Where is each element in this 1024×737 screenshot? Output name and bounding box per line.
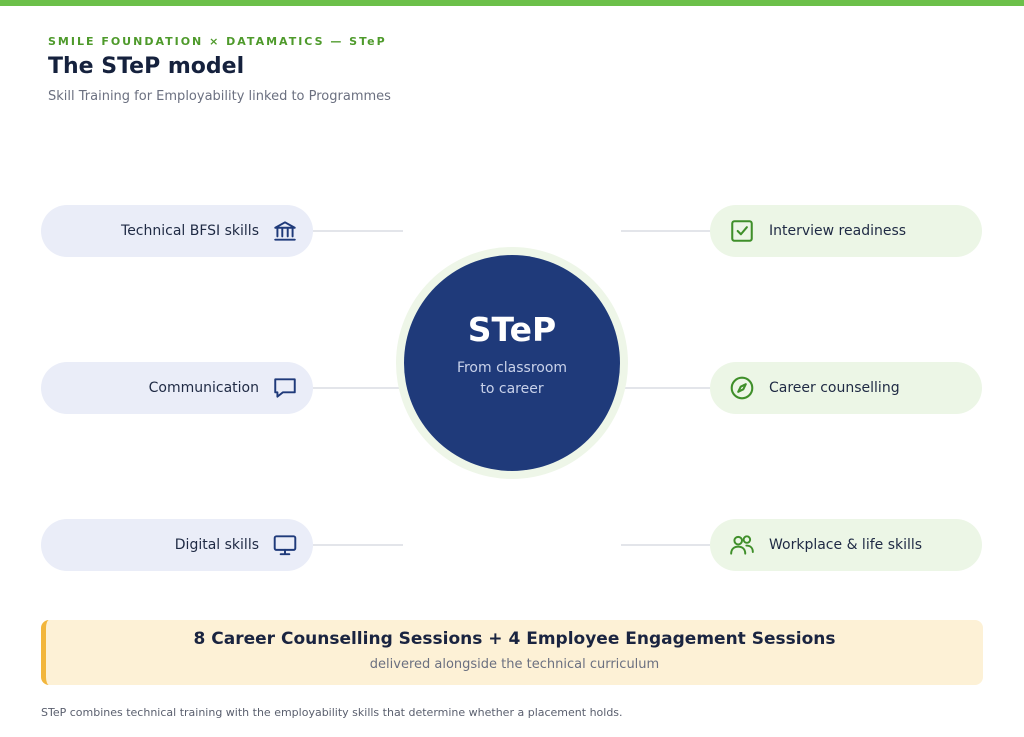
top-accent-bar	[0, 0, 1024, 6]
sessions-banner: 8 Career Counselling Sessions + 4 Employ…	[41, 620, 983, 685]
connector-line	[621, 230, 710, 232]
page-title: The STeP model	[48, 54, 245, 79]
skill-label: Communication	[148, 380, 259, 396]
skill-pill-communication: Communication	[41, 362, 313, 414]
connector-line	[621, 544, 710, 546]
monitor-icon	[272, 532, 298, 558]
checkbox-icon	[729, 218, 755, 244]
skill-pill-interview-readiness: Interview readiness	[710, 205, 982, 257]
eyebrow-text: SMILE FOUNDATION × DATAMATICS — STeP	[48, 35, 387, 48]
skill-pill-digital: Digital skills	[41, 519, 313, 571]
skill-pill-career-counselling: Career counselling	[710, 362, 982, 414]
page-subtitle: Skill Training for Employability linked …	[48, 89, 391, 104]
center-title: STeP	[467, 309, 557, 349]
skill-label: Digital skills	[174, 537, 259, 553]
center-tagline-line-1: From classroom	[456, 359, 568, 376]
bank-icon	[272, 218, 298, 244]
compass-icon	[729, 375, 755, 401]
center-tagline-line-2: to career	[480, 380, 544, 397]
skill-pill-workplace-life: Workplace & life skills	[710, 519, 982, 571]
connector-line	[313, 387, 403, 389]
connector-line	[313, 544, 403, 546]
footnote: STeP combines technical training with th…	[41, 706, 623, 719]
skill-label: Interview readiness	[769, 223, 907, 239]
center-circle: STeP From classroom to career	[404, 255, 620, 471]
skill-label: Workplace & life skills	[769, 537, 923, 553]
banner-headline: 8 Career Counselling Sessions + 4 Employ…	[193, 629, 836, 649]
people-icon	[729, 532, 755, 558]
banner-subtext: delivered alongside the technical curric…	[369, 657, 660, 672]
connector-line	[313, 230, 403, 232]
connector-line	[621, 387, 710, 389]
skill-label: Career counselling	[769, 380, 900, 396]
chat-icon	[272, 375, 298, 401]
skill-pill-technical-bfsi: Technical BFSI skills	[41, 205, 313, 257]
skill-label: Technical BFSI skills	[121, 223, 259, 239]
